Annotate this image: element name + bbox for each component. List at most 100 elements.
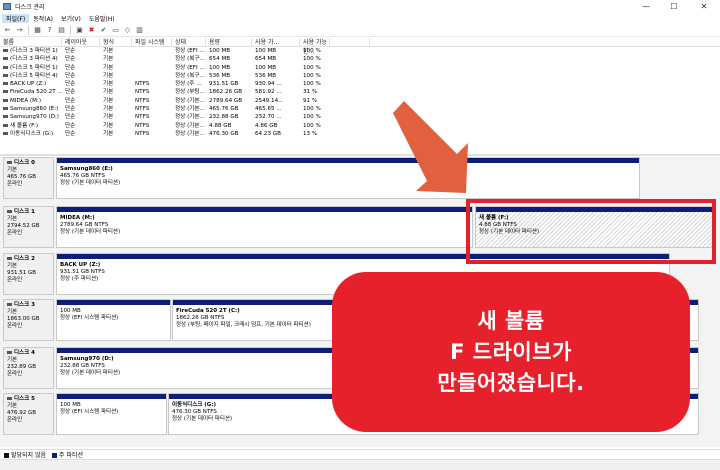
menu-view[interactable]: 보기(V) [57,14,85,23]
table-cell: 4.86 GB [255,122,278,129]
table-cell: 476.30 GB [209,130,239,137]
partition-bar [57,394,166,399]
table-cell: 새 볼륨 (F:) [0,122,62,130]
close-button[interactable]: ✕ [692,0,716,13]
table-row[interactable]: (디스크 3 파티션 4) 단순 기본 정상 (복구... 654 MB 654 MB 10… [0,55,720,63]
table-cell: 100 % [303,48,321,54]
column-header-status[interactable]: 상태 [172,38,206,46]
table-cell: 정상 (복구... [175,56,205,63]
disk-status: 온라인 [7,181,23,187]
partition-size: 2789.64 GB NTFS [60,222,109,228]
window-title: 디스크 관리 [15,4,45,11]
table-cell: 100 MB [209,64,231,71]
explore-icon[interactable]: ◇ [123,26,132,35]
maximize-button[interactable]: ☐ [662,0,686,13]
back-arrow-icon[interactable]: ← [3,26,12,35]
delete-icon[interactable]: ✖ [87,26,96,35]
volume-icon [3,115,8,119]
column-header-filesystem[interactable]: 파일 시스템 [132,38,172,46]
column-header-capacity[interactable]: 용량 [206,38,252,46]
table-cell: 기본 [103,106,114,113]
list-icon[interactable]: ▤ [57,26,66,35]
menu-file[interactable]: 파일(F) [2,14,30,23]
column-header-volume[interactable]: 볼륨 [0,38,62,46]
table-cell: 기본 [103,64,114,71]
disk-name: 디스크 1 [14,209,35,215]
partition-name: Samsung860 (E:) [60,166,113,172]
disk-icon [7,161,12,164]
column-header-type[interactable]: 형식 [100,38,132,46]
view-icon[interactable]: ▥ [135,26,144,35]
column-header-free-space[interactable]: 사용 가... [252,38,300,46]
status-bar [0,459,720,470]
disk-status: 온라인 [7,230,23,236]
table-row[interactable]: FireCuda 520 2T ... 단순 기본 NTFS 정상 (부팅... 1862… [0,88,720,96]
disk-type: 기본 [7,403,18,409]
disk-icon [7,303,12,306]
properties-icon[interactable]: ▣ [75,26,84,35]
partition-name: FireCuda 520 2T (C:) [176,308,240,314]
help-icon[interactable]: ? [45,26,54,35]
column-header-layout[interactable]: 레이아웃 [62,38,100,46]
table-cell: 536 MB [255,72,277,79]
table-cell: 기본 [103,97,114,104]
disk-1-label[interactable]: 디스크 1 기본 2794.52 GB 온라인 [3,206,54,248]
menu-help[interactable]: 도움말(H) [85,14,119,23]
table-cell: 2549.14... [255,97,284,104]
table-cell: 정상 (복구... [175,72,205,79]
partition-samsung860[interactable]: Samsung860 (E:) 465.76 GB NTFS 정상 (기본 데이… [56,157,640,199]
partition-disk3-efi[interactable]: 100 MB 정상 (EFI 시스템 파티션) [56,299,171,341]
grid-icon[interactable]: ▦ [33,26,42,35]
table-row[interactable]: MIDEA (M:) 단순 기본 NTFS 정상 (기본... 2789.64 GB 254… [0,97,720,105]
table-cell [132,72,172,80]
open-icon[interactable]: ▭ [111,26,120,35]
check-icon[interactable]: ✔ [99,26,108,35]
table-cell: 536 MB [209,72,231,79]
table-cell: 단순 [65,72,76,79]
menu-action[interactable]: 동작(A) [29,14,57,23]
disk-2-label[interactable]: 디스크 2 기본 931.51 GB 온라인 [3,253,54,295]
disk-size: 2794.52 GB [7,223,40,229]
table-cell: 단순 [65,81,76,88]
pane-divider[interactable] [0,154,720,156]
partition-midea[interactable]: MIDEA (M:) 2789.64 GB NTFS 정상 (기본 데이터 파티… [56,206,473,248]
disk-3-label[interactable]: 디스크 3 기본 1863.00 GB 온라인 [3,299,54,341]
disk-name: 디스크 5 [14,396,35,402]
menu-bar: 파일(F) 동작(A) 보기(V) 도움말(H) [0,13,720,24]
table-row[interactable]: Samsung860 (E:) 단순 기본 NTFS 정상 (기본... 465.76 G… [0,105,720,113]
table-cell: 기본 [103,89,114,96]
partition-size: 476.30 GB NTFS [172,409,217,415]
table-row[interactable]: (디스크 5 파티션 1) 단순 기본 정상 (EFI ... 100 MB 100 MB… [0,64,720,72]
table-cell: 단순 [65,122,76,129]
disk-5-label[interactable]: 디스크 5 기본 476.92 GB 온라인 [3,393,54,435]
toolbar-separator [28,25,29,35]
table-cell: 100 MB [209,48,231,54]
disk-name: 디스크 0 [14,160,35,166]
column-header-extra[interactable] [330,38,370,46]
disk-type: 기본 [7,357,18,363]
disk-management-icon [3,3,11,10]
disk-size: 465.76 GB [7,174,37,180]
table-row[interactable]: Samsung970 (D:) 단순 기본 NTFS 정상 (기본... 232.88 G… [0,113,720,121]
table-row[interactable]: (디스크 3 파티션 1) 단순 기본 정상 (EFI ... 100 MB 100 MB… [0,47,720,55]
partition-disk5-efi[interactable]: 100 MB 정상 (EFI 시스템 파티션) [56,393,167,435]
table-cell: 기본 [103,56,114,63]
table-cell: 정상 (기본... [175,114,205,121]
table-cell: Samsung860 (E:) [0,105,62,113]
table-row[interactable]: BACK UP (Z:) 단순 기본 NTFS 정상 (주 ... 931.51 GB 93… [0,80,720,88]
minimize-button[interactable]: — [634,0,658,13]
forward-arrow-icon[interactable]: → [15,26,24,35]
disk-0-label[interactable]: 디스크 0 기본 465.76 GB 온라인 [3,157,54,199]
toolbar-separator [70,25,71,35]
column-header-free-percent[interactable]: 사용 가능한... [300,38,330,55]
table-cell: NTFS [135,81,150,88]
table-cell: 100 MB [255,48,277,54]
table-row[interactable]: 이동식디스크 (G:) 단순 기본 NTFS 정상 (기본... 476.30 GB 64.… [0,130,720,138]
table-row[interactable]: 새 볼륨 (F:) 단순 기본 NTFS 정상 (기본... 4.88 GB 4.86 GB… [0,122,720,130]
table-row[interactable]: (디스크 5 파티션 4) 단순 기본 정상 (복구... 536 MB 536 MB 10… [0,72,720,80]
table-cell: 단순 [65,130,76,137]
disk-icon [7,210,12,213]
table-cell: 100 % [303,64,321,71]
callout-line-3: 만들어졌습니다. [437,370,585,395]
disk-4-label[interactable]: 디스크 4 기본 232.89 GB 온라인 [3,347,54,389]
